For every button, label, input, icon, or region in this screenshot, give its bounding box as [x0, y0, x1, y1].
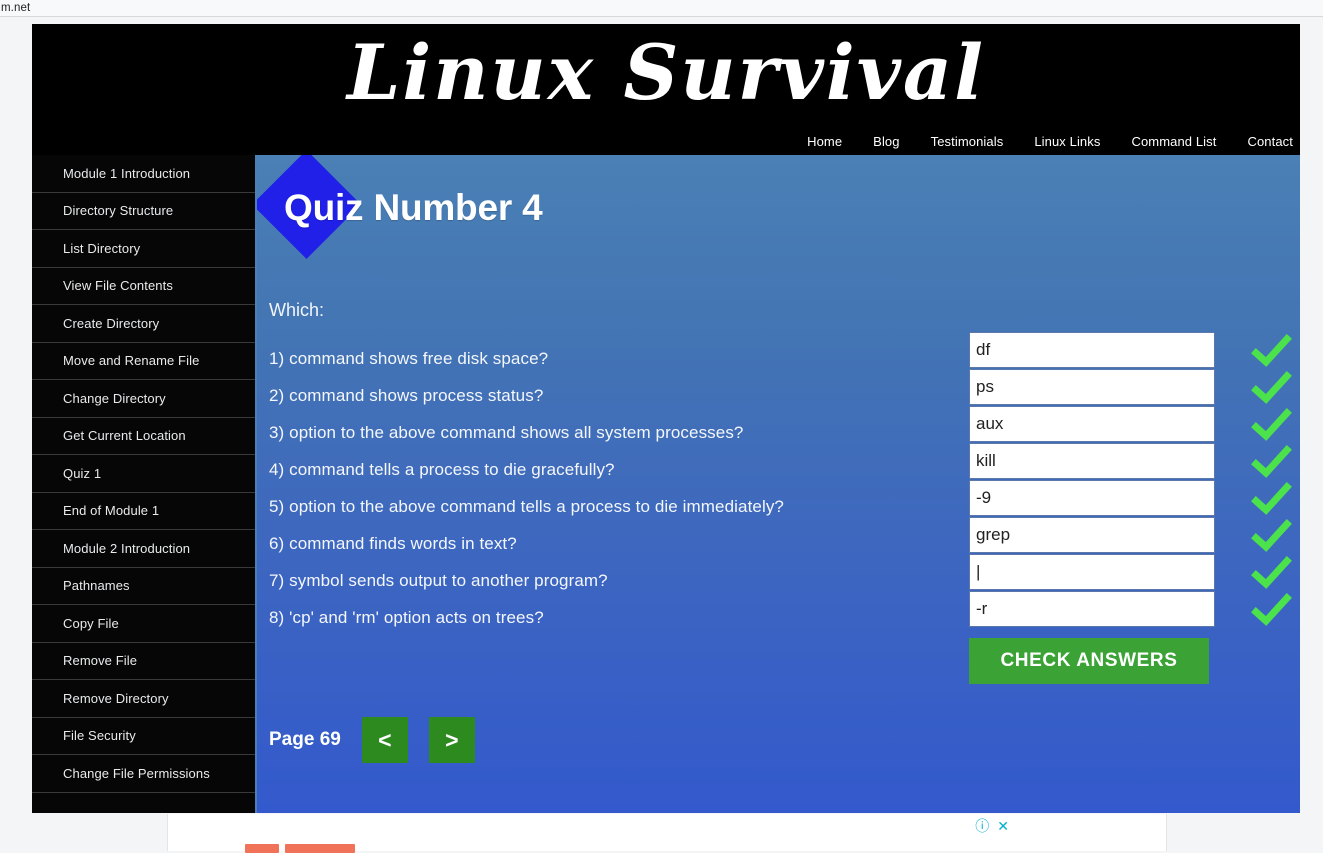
page-canvas: Linux Survival Home Blog Testimonials Li…	[0, 18, 1323, 813]
sidebar-item-list-directory[interactable]: List Directory	[32, 230, 255, 268]
ad-info-icon[interactable]: ⓘ	[975, 819, 989, 833]
answer-row-4	[969, 443, 1292, 480]
body-row: Module 1 Introduction Directory Structur…	[32, 155, 1300, 813]
question-text-4: 4) command tells a process to die gracef…	[269, 459, 615, 479]
answer-list	[969, 332, 1292, 628]
answer-row-8	[969, 591, 1292, 628]
answer-row-2	[969, 369, 1292, 406]
top-navigation[interactable]: Home Blog Testimonials Linux Links Comma…	[807, 134, 1293, 149]
checkmark-icon-5	[1250, 481, 1294, 517]
sidebar-item-remove-directory[interactable]: Remove Directory	[32, 680, 255, 718]
nav-item-command-list[interactable]: Command List	[1131, 134, 1216, 149]
bottom-ad-bar: ⓘ ✕	[0, 813, 1323, 853]
answer-input-3[interactable]	[969, 406, 1215, 442]
quiz-header: Quiz Number 4	[257, 155, 1300, 286]
sidebar-item-end-of-module-1[interactable]: End of Module 1	[32, 493, 255, 530]
ad-slot[interactable]: ⓘ ✕	[167, 814, 1167, 853]
question-text-2: 2) command shows process status?	[269, 385, 544, 405]
sidebar-item-directory-structure[interactable]: Directory Structure	[32, 193, 255, 230]
ad-shape-large	[285, 844, 355, 853]
ad-controls[interactable]: ⓘ ✕	[975, 819, 1009, 833]
sidebar-item-partial[interactable]	[32, 793, 255, 814]
course-sidebar[interactable]: Module 1 Introduction Directory Structur…	[32, 155, 257, 813]
question-text-7: 7) symbol sends output to another progra…	[269, 570, 608, 590]
nav-item-testimonials[interactable]: Testimonials	[931, 134, 1004, 149]
check-answers-button[interactable]: CHECK ANSWERS	[969, 638, 1209, 684]
nav-item-blog[interactable]: Blog	[873, 134, 899, 149]
answer-row-3	[969, 406, 1292, 443]
sidebar-item-change-file-permissions[interactable]: Change File Permissions	[32, 755, 255, 793]
checkmark-icon-4	[1250, 444, 1294, 480]
nav-item-home[interactable]: Home	[807, 134, 842, 149]
sidebar-item-module-2-introduction[interactable]: Module 2 Introduction	[32, 530, 255, 568]
answer-input-2[interactable]	[969, 369, 1215, 405]
answer-input-1[interactable]	[969, 332, 1215, 368]
masthead: Linux Survival Home Blog Testimonials Li…	[32, 24, 1300, 155]
ad-bar-right-filler	[1167, 814, 1323, 851]
question-text-1: 1) command shows free disk space?	[269, 348, 549, 368]
ad-close-icon[interactable]: ✕	[997, 819, 1009, 833]
site-container: Linux Survival Home Blog Testimonials Li…	[32, 24, 1300, 813]
quiz-prompt: Which:	[269, 300, 325, 320]
sidebar-item-pathnames[interactable]: Pathnames	[32, 568, 255, 605]
checkmark-icon-2	[1250, 370, 1294, 406]
question-text-8: 8) 'cp' and 'rm' option acts on trees?	[269, 607, 544, 627]
answer-input-8[interactable]	[969, 591, 1215, 627]
answer-row-1	[969, 332, 1292, 369]
site-logo-title: Linux Survival	[346, 28, 986, 117]
sidebar-item-copy-file[interactable]: Copy File	[32, 605, 255, 643]
checkmark-icon-3	[1250, 407, 1294, 443]
previous-page-button[interactable]: <	[361, 717, 408, 763]
sidebar-item-change-directory[interactable]: Change Directory	[32, 380, 255, 418]
quiz-panel: Quiz Number 4 Which: 1) command shows fr…	[257, 155, 1300, 813]
checkmark-icon-6	[1250, 518, 1294, 554]
quiz-title: Quiz Number 4	[284, 187, 543, 228]
sidebar-item-quiz-1[interactable]: Quiz 1	[32, 455, 255, 493]
page-number-label: Page 69	[269, 729, 341, 750]
answer-row-7	[969, 554, 1292, 591]
checkmark-icon-1	[1250, 333, 1294, 369]
sidebar-item-create-directory[interactable]: Create Directory	[32, 305, 255, 343]
sidebar-item-file-security[interactable]: File Security	[32, 718, 255, 755]
nav-item-linux-links[interactable]: Linux Links	[1034, 134, 1100, 149]
answer-input-5[interactable]	[969, 480, 1215, 516]
answer-input-6[interactable]	[969, 517, 1215, 553]
sidebar-item-view-file-contents[interactable]: View File Contents	[32, 268, 255, 305]
ad-graphic	[245, 844, 355, 853]
sidebar-item-move-and-rename-file[interactable]: Move and Rename File	[32, 343, 255, 380]
question-text-3: 3) option to the above command shows all…	[269, 422, 744, 442]
answer-input-7[interactable]	[969, 554, 1215, 590]
question-text-6: 6) command finds words in text?	[269, 533, 517, 553]
sidebar-item-remove-file[interactable]: Remove File	[32, 643, 255, 680]
answer-row-5	[969, 480, 1292, 517]
checkmark-icon-8	[1250, 592, 1294, 628]
checkmark-icon-7	[1250, 555, 1294, 591]
question-text-5: 5) option to the above command tells a p…	[269, 496, 784, 516]
sidebar-item-module-1-introduction[interactable]: Module 1 Introduction	[32, 155, 255, 193]
answer-input-4[interactable]	[969, 443, 1215, 479]
nav-item-contact[interactable]: Contact	[1247, 134, 1293, 149]
ad-shape-small	[245, 844, 279, 853]
next-page-button[interactable]: >	[428, 717, 475, 763]
url-text: m.net	[1, 2, 31, 14]
pagination: Page 69 < >	[269, 717, 475, 763]
sidebar-item-get-current-location[interactable]: Get Current Location	[32, 418, 255, 455]
answer-row-6	[969, 517, 1292, 554]
browser-url-strip: m.net	[0, 0, 1323, 17]
question-list: 1) command shows free disk space? 2) com…	[269, 340, 959, 636]
